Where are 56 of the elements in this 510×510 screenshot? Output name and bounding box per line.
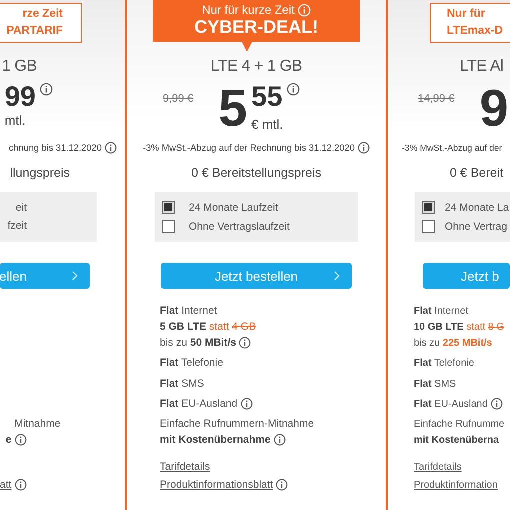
tariff-name: LTE 4 + 1 GB	[210, 58, 302, 76]
term-label: Ohne Vertrag	[445, 220, 508, 232]
price-euros: 9	[480, 83, 509, 135]
term-label: 24 Monate La	[445, 202, 510, 214]
feature-text: Flat SMS	[160, 378, 204, 390]
feature-text: mit Kostenübernahme	[160, 434, 271, 446]
price-cents: 55	[252, 83, 283, 111]
feature-text: 10 GB LTE statt 8 G	[414, 322, 504, 332]
vat-note: -3% MwSt.-Abzug auf der Rechnung bis 31.12.2020	[143, 142, 355, 152]
feature-text: 5 GB LTE statt 4 GB	[160, 321, 256, 333]
tariff-link[interactable]: Produktinformation	[414, 480, 498, 490]
feature-text: e	[6, 434, 12, 446]
badge-text: Nur für kurze Zeit	[202, 3, 295, 18]
feature-text: Flat Telefonie	[414, 358, 474, 368]
tariff-link[interactable]: att	[0, 479, 12, 491]
term-checkbox[interactable]	[162, 220, 175, 233]
feature-text: Flat SMS	[414, 378, 456, 390]
tariff-link[interactable]: Tarifdetails	[414, 462, 462, 472]
tariff-name: 1 GB	[2, 58, 37, 76]
tariff-link[interactable]: Produktinformationsblatt	[160, 479, 274, 491]
price-unit: mtl.	[4, 113, 27, 128]
term-checkbox[interactable]	[162, 201, 175, 214]
term-checkbox[interactable]	[422, 201, 435, 214]
feature-text: mit Kostenüberna	[414, 434, 500, 446]
vat-note: chnung bis 31.12.2020	[9, 142, 102, 152]
feature-text: bis zu 225 MBit/s	[414, 338, 492, 348]
term-label: eit	[16, 202, 27, 214]
term-label: Ohne Vertragslaufzeit	[189, 220, 290, 232]
badge-text: PARTARIF	[6, 24, 63, 38]
feature-text: bis zu 50 MBit/s	[160, 337, 236, 349]
price-euros: 5	[218, 83, 248, 135]
term-label: 24 Monate Laufzeit	[189, 202, 278, 214]
badge-text: rze Zeit	[22, 8, 63, 22]
feature-text: Flat EU-Ausland	[160, 398, 238, 410]
setup-fee: 0 € Bereitstellungspreis	[192, 166, 322, 180]
feature-text: Flat EU-Ausland	[414, 398, 488, 410]
term-label: fzeit	[8, 220, 27, 232]
feature-text: Einfache Rufnumme	[414, 418, 505, 430]
setup-fee: llungspreis	[10, 166, 70, 180]
setup-fee: 0 € Bereit	[450, 166, 504, 180]
feature-text: Flat Telefonie	[160, 357, 224, 369]
term-checkbox[interactable]	[422, 220, 435, 233]
vat-note: -3% MwSt.-Abzug auf der	[402, 142, 502, 152]
tariff-link[interactable]: Tarifdetails	[160, 461, 210, 473]
old-price: 14,99 €	[418, 93, 455, 105]
feature-text: Einfache Rufnummern-Mitnahme	[160, 418, 314, 430]
price-unit: € mtl.	[252, 116, 284, 132]
feature-text: Flat Internet	[414, 306, 468, 316]
old-price: 9,99 €	[163, 93, 194, 105]
badge-text: CYBER-DEAL!	[194, 17, 318, 39]
tariff-name: LTE Al	[460, 58, 504, 76]
badge-text: LTEmax-D	[447, 24, 504, 38]
feature-text: Mitnahme	[14, 418, 61, 430]
badge-text: Nur für	[447, 8, 486, 22]
feature-text: Flat Internet	[160, 305, 218, 317]
price-cents: 99	[4, 83, 36, 111]
